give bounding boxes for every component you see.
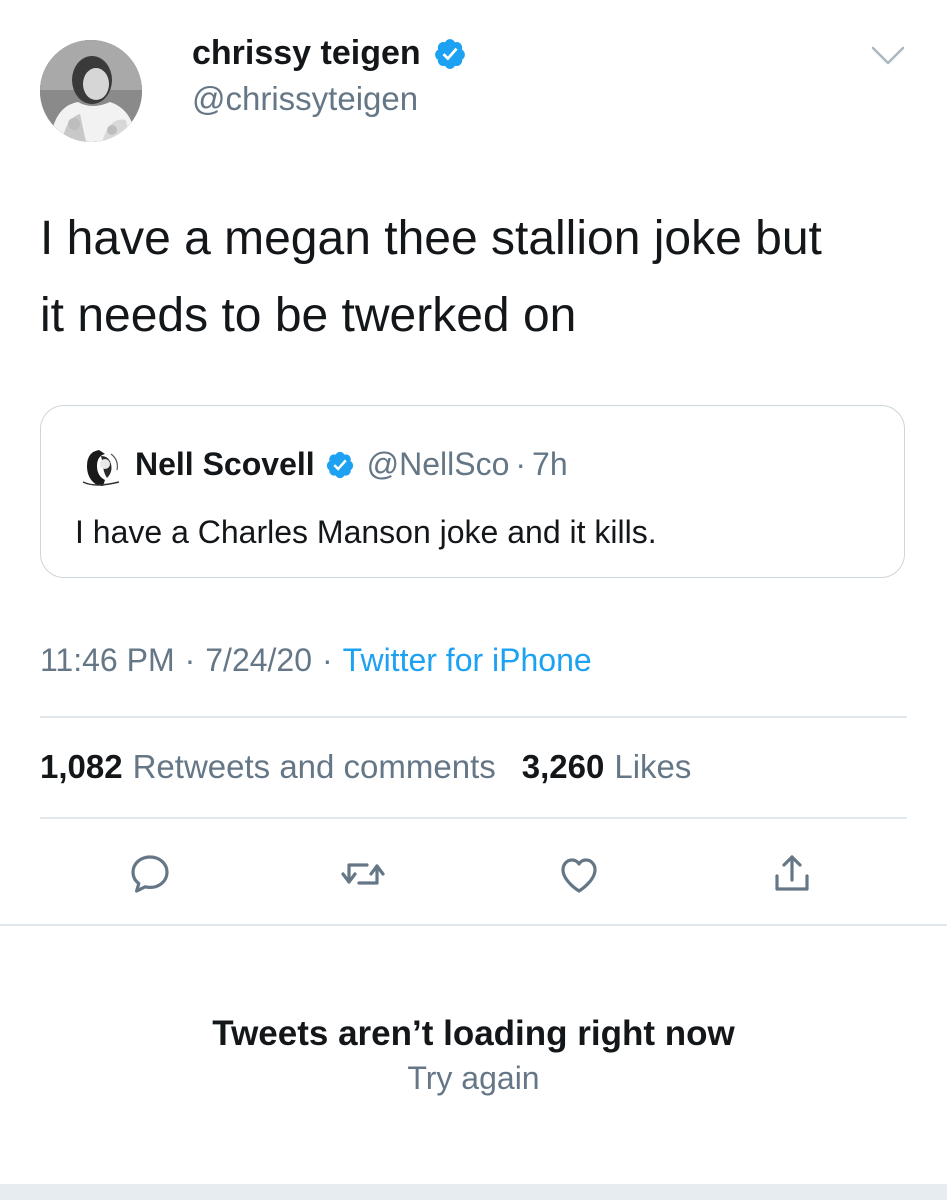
bottom-strip (0, 1184, 947, 1200)
tweet-meta: 11:46 PM · 7/24/20 · Twitter for iPhone (40, 642, 592, 679)
tweet-source-link[interactable]: Twitter for iPhone (343, 642, 592, 679)
meta-separator: · (322, 642, 333, 678)
quoted-author-handle[interactable]: @NellSco (367, 446, 510, 483)
like-icon (555, 850, 603, 898)
like-button[interactable] (553, 848, 605, 900)
author-name-row[interactable]: chrissy teigen (192, 34, 467, 73)
tweet-text-line-2: it needs to be twerked on (40, 289, 577, 342)
tweet-text: I have a megan thee stallion joke but it… (40, 200, 920, 354)
divider (0, 924, 947, 926)
retweets-count: 1,082 (40, 748, 123, 785)
quoted-tweet-card[interactable]: Nell Scovell @NellSco · 7h I have a Char… (40, 405, 905, 578)
divider (40, 716, 907, 718)
tweet-text-line-1: I have a megan thee stallion joke but (40, 212, 822, 265)
author-name[interactable]: chrissy teigen (192, 34, 421, 73)
divider (40, 817, 907, 819)
verified-badge-icon (325, 450, 355, 480)
reply-button[interactable] (124, 848, 176, 900)
retweets-label: Retweets and comments (132, 748, 496, 785)
likes-stat[interactable]: 3,260 Likes (522, 748, 692, 786)
likes-count: 3,260 (521, 748, 605, 785)
tweet-stats: 1,082 Retweets and comments 3,260 Likes (40, 748, 691, 786)
quoted-header: Nell Scovell @NellSco · 7h (135, 446, 568, 483)
author-handle[interactable]: @chrissyteigen (192, 80, 418, 118)
author-avatar[interactable] (40, 40, 142, 142)
tweet-date: 7/24/20 (205, 642, 313, 678)
retweet-button[interactable] (337, 848, 389, 900)
quoted-tweet-text: I have a Charles Manson joke and it kill… (75, 514, 657, 550)
retweet-icon (339, 850, 387, 898)
quoted-separator: · (515, 446, 527, 482)
error-message: Tweets aren’t loading right now (212, 1014, 735, 1053)
likes-label: Likes (614, 748, 692, 785)
meta-separator: · (184, 642, 196, 678)
share-icon (768, 850, 816, 898)
quoted-timestamp: 7h (532, 446, 568, 482)
quoted-author-name[interactable]: Nell Scovell (135, 446, 315, 483)
verified-badge-icon (433, 37, 467, 71)
tweet-time: 11:46 PM (40, 642, 175, 678)
reply-icon (126, 850, 174, 898)
try-again-button[interactable]: Try again (0, 1060, 947, 1097)
chevron-down-icon[interactable] (870, 44, 906, 68)
quoted-author-avatar (75, 442, 127, 494)
retweets-stat[interactable]: 1,082 Retweets and comments (40, 748, 496, 786)
share-button[interactable] (766, 848, 818, 900)
